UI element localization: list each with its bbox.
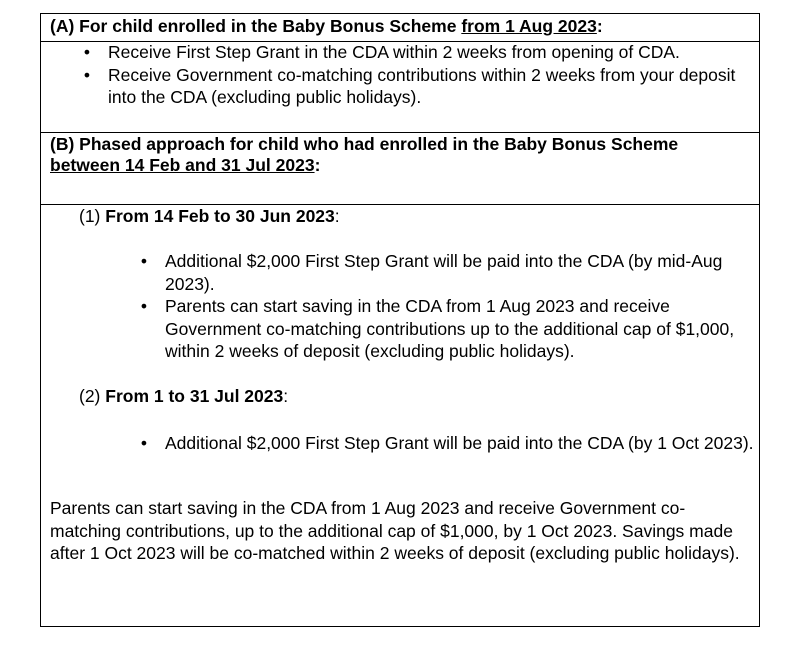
bullet-icon: • xyxy=(140,251,148,271)
document-page: (A) For child enrolled in the Baby Bonus… xyxy=(0,0,803,655)
phase-2-heading: (2) From 1 to 31 Jul 2023: xyxy=(79,385,288,407)
section-a-bullet-list: • Receive First Step Grant in the CDA wit… xyxy=(84,41,748,109)
section-a-header: (A) For child enrolled in the Baby Bonus… xyxy=(41,14,759,42)
phase-2-bullet-list: • Additional $2,000 First Step Grant will… xyxy=(141,432,755,455)
list-item: • Parents can start saving in the CDA fro… xyxy=(141,295,755,363)
bullet-text: Receive First Step Grant in the CDA with… xyxy=(108,42,680,62)
phase-1-bullet-list: • Additional $2,000 First Step Grant will… xyxy=(141,250,755,363)
section-b-dates: between 14 Feb and 31 Jul 2023 xyxy=(50,155,315,175)
bullet-text: Receive Government co-matching contribut… xyxy=(108,64,736,108)
phase-1-heading: (1) From 14 Feb to 30 Jun 2023: xyxy=(79,205,340,227)
section-b-label: (B) Phased approach for child who had en… xyxy=(50,134,679,154)
bullet-icon: • xyxy=(140,296,148,316)
phase-1-title: From 14 Feb to 30 Jun 2023 xyxy=(105,206,335,226)
bullet-text: Additional $2,000 First Step Grant will … xyxy=(165,251,723,294)
info-table: (A) For child enrolled in the Baby Bonus… xyxy=(40,13,760,627)
bullet-text: Additional $2,000 First Step Grant will … xyxy=(165,433,754,453)
section-b-colon: : xyxy=(314,155,321,175)
bullet-text: Parents can start saving in the CDA from… xyxy=(165,296,735,361)
list-item: • Receive Government co-matching contribu… xyxy=(84,64,748,109)
phase-1-colon: : xyxy=(334,206,340,226)
list-item: • Additional $2,000 First Step Grant will… xyxy=(141,250,755,295)
section-a-date: from 1 Aug 2023 xyxy=(461,16,597,36)
section-a-colon: : xyxy=(596,16,603,36)
section-b-heading: (B) Phased approach for child who had en… xyxy=(50,134,750,176)
bullet-icon: • xyxy=(140,433,148,453)
list-item: • Additional $2,000 First Step Grant will… xyxy=(141,432,755,455)
section-a-label: (A) For child enrolled in the Baby Bonus… xyxy=(50,16,462,36)
phase-2-number: (2) xyxy=(79,386,106,406)
bullet-icon: • xyxy=(83,64,91,85)
bullet-icon: • xyxy=(83,42,91,62)
phase-2-colon: : xyxy=(283,386,289,406)
section-b-header: (B) Phased approach for child who had en… xyxy=(41,133,759,205)
section-b-body: (1) From 14 Feb to 30 Jun 2023: • Additio… xyxy=(41,205,759,626)
phase-1-number: (1) xyxy=(79,206,106,226)
section-a-heading: (A) For child enrolled in the Baby Bonus… xyxy=(50,16,603,37)
closing-note: Parents can start saving in the CDA from… xyxy=(50,498,740,563)
phase-2-title: From 1 to 31 Jul 2023 xyxy=(105,386,284,406)
list-item: • Receive First Step Grant in the CDA wit… xyxy=(84,41,748,64)
section-a-body: • Receive First Step Grant in the CDA wit… xyxy=(41,41,759,133)
